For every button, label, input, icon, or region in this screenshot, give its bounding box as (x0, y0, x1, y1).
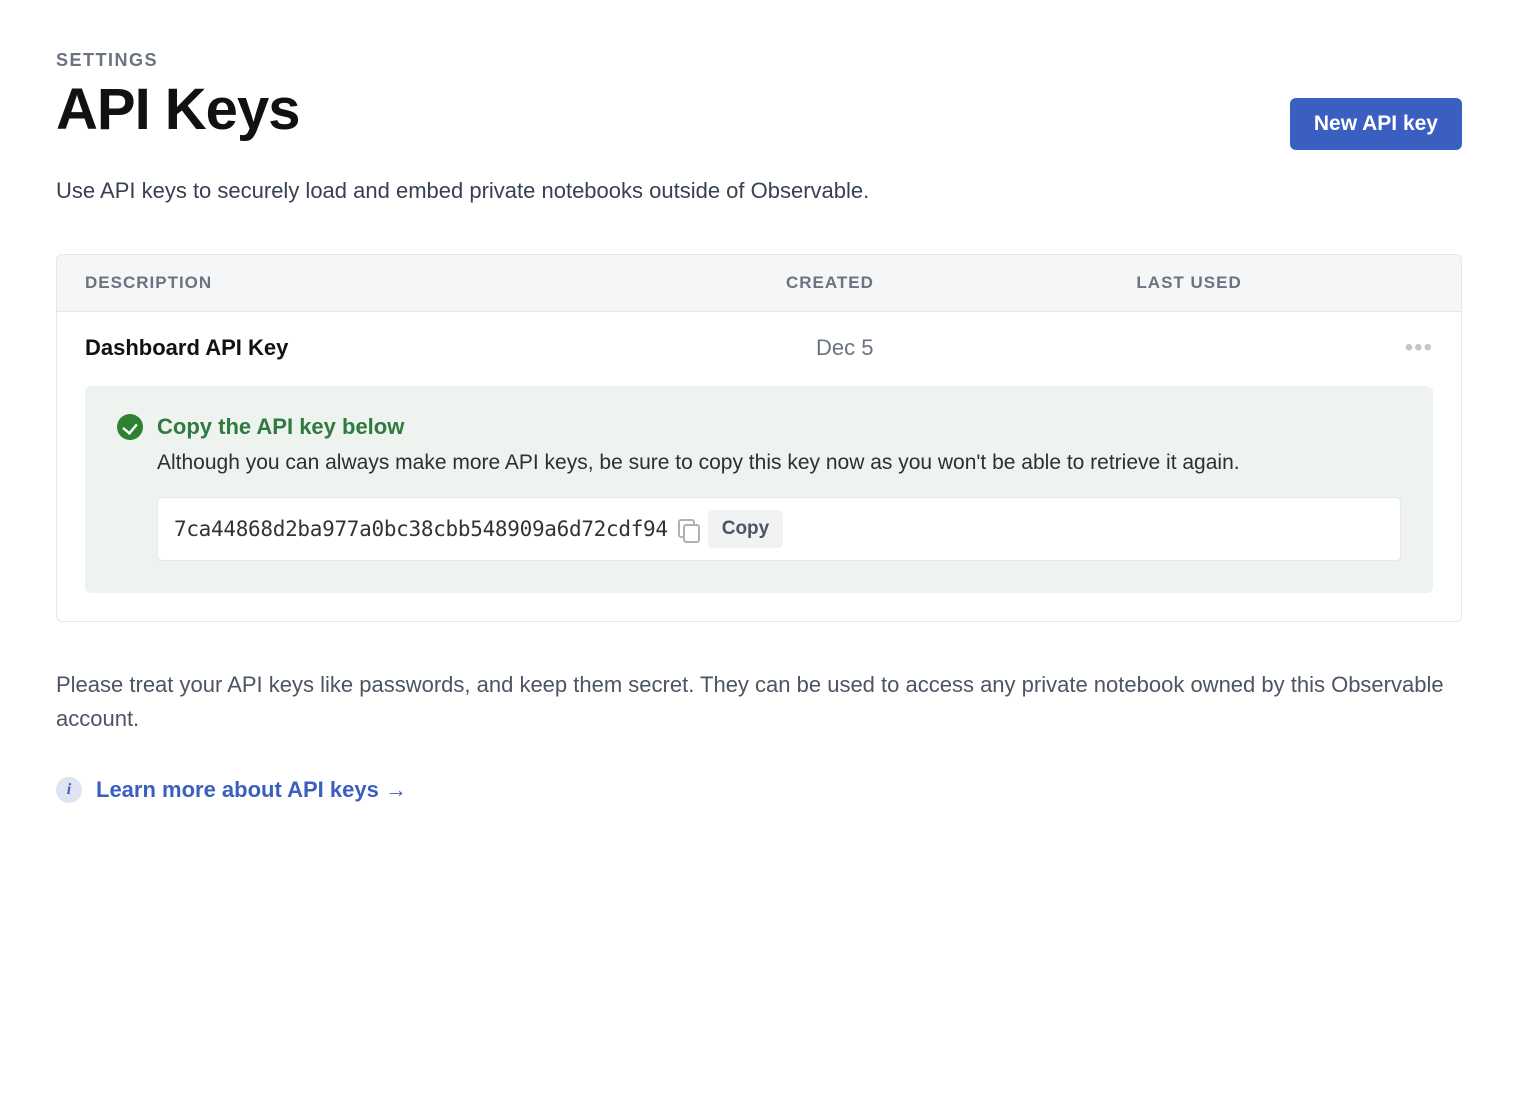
table-row: Dashboard API Key Dec 5 ••• (57, 312, 1461, 370)
page-title: API Keys (56, 77, 1290, 144)
callout-body: Although you can always make more API ke… (157, 448, 1401, 477)
row-description: Dashboard API Key (85, 335, 786, 361)
breadcrumb: SETTINGS (56, 50, 1290, 71)
api-keys-table: DESCRIPTION CREATED LAST USED Dashboard … (56, 254, 1462, 622)
column-created: CREATED (786, 273, 1136, 293)
check-circle-icon (117, 414, 143, 440)
copy-key-callout: Copy the API key below Although you can … (85, 386, 1433, 593)
copy-icon (678, 519, 698, 539)
column-description: DESCRIPTION (85, 273, 786, 293)
api-key-value: 7ca44868d2ba977a0bc38cbb548909a6d72cdf94 (174, 517, 668, 541)
learn-more-link[interactable]: Learn more about API keys → (96, 777, 407, 803)
info-icon: i (56, 777, 82, 803)
row-actions-menu[interactable]: ••• (1379, 334, 1433, 362)
column-last-used: LAST USED (1136, 273, 1379, 293)
table-header: DESCRIPTION CREATED LAST USED (57, 255, 1461, 312)
copy-button[interactable]: Copy (708, 510, 784, 548)
new-api-key-button[interactable]: New API key (1290, 98, 1462, 150)
row-created: Dec 5 (786, 335, 1136, 361)
intro-text: Use API keys to securely load and embed … (56, 178, 1462, 204)
footer-warning: Please treat your API keys like password… (56, 668, 1462, 736)
callout-title: Copy the API key below (157, 414, 404, 440)
key-display-box: 7ca44868d2ba977a0bc38cbb548909a6d72cdf94… (157, 497, 1401, 561)
